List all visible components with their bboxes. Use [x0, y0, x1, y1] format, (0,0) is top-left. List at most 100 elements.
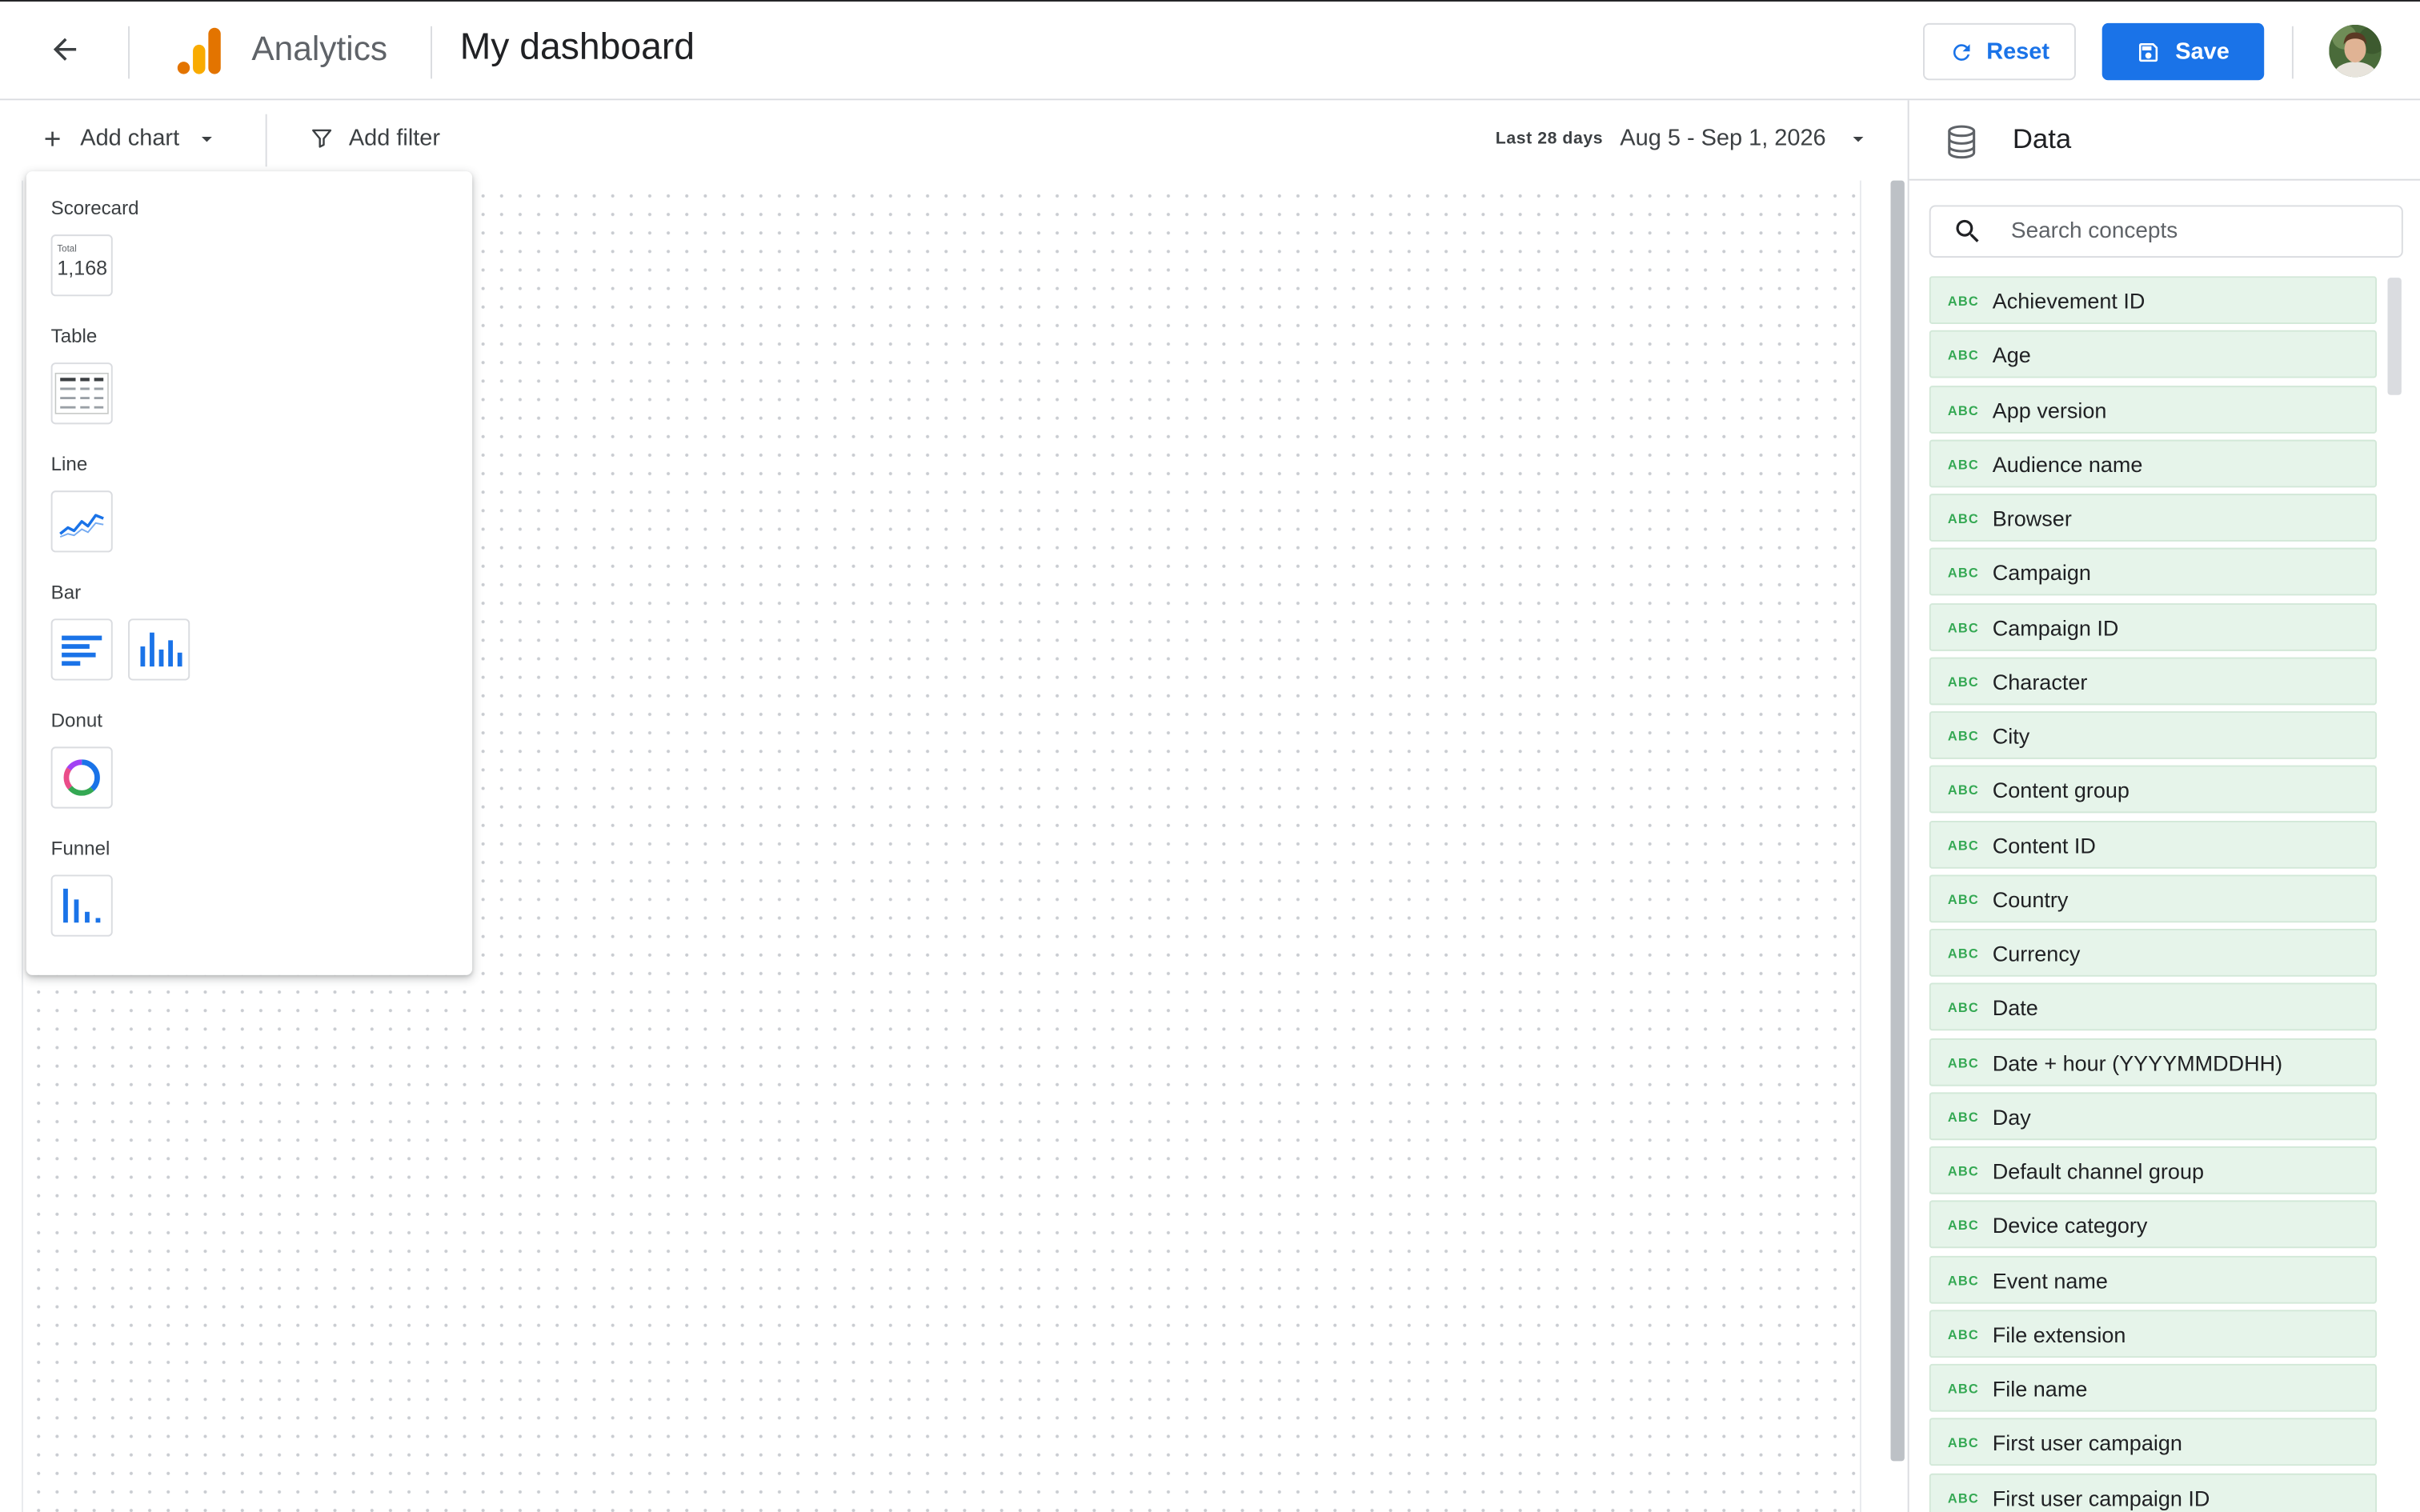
back-button[interactable]: [40, 23, 90, 76]
divider: [128, 26, 130, 79]
concept-item[interactable]: ABC Content ID: [1929, 820, 2377, 868]
vertical-bar-chart-option[interactable]: [128, 618, 190, 681]
save-button[interactable]: Save: [2101, 22, 2265, 81]
add-filter-button[interactable]: Add filter: [311, 125, 440, 151]
dimension-type-badge: ABC: [1947, 837, 1979, 853]
dimension-type-badge: ABC: [1947, 728, 1979, 744]
concept-item[interactable]: ABC Day: [1929, 1091, 2377, 1140]
dimension-type-badge: ABC: [1947, 782, 1979, 798]
menu-section-bar: Bar: [50, 582, 82, 604]
canvas-toolbar: Add chart Add filter Last 28 days Aug 5 …: [0, 100, 1908, 181]
concept-item[interactable]: ABC Currency: [1929, 929, 2377, 977]
line-chart-thumb-icon: [59, 514, 104, 538]
search-input[interactable]: [2010, 206, 2382, 257]
concept-item[interactable]: ABC Content group: [1929, 766, 2377, 814]
top-app-bar: Analytics My dashboard Reset Save: [0, 0, 2420, 101]
dimension-type-badge: ABC: [1947, 565, 1979, 581]
dimension-type-badge: ABC: [1947, 674, 1979, 690]
concept-label: Audience name: [1992, 451, 2143, 477]
horizontal-bar-thumb-icon: [62, 635, 102, 666]
save-label: Save: [2175, 38, 2230, 65]
table-chart-option[interactable]: [50, 362, 113, 425]
dimension-type-badge: ABC: [1947, 1109, 1979, 1125]
concept-item[interactable]: ABC Device category: [1929, 1200, 2377, 1249]
dimension-type-badge: ABC: [1947, 1490, 1979, 1506]
concept-label: Achievement ID: [1992, 288, 2146, 314]
app-name: Analytics: [251, 29, 388, 68]
dimension-type-badge: ABC: [1947, 891, 1979, 907]
line-chart-option[interactable]: [50, 490, 113, 553]
add-chart-button[interactable]: Add chart: [40, 125, 219, 151]
concept-label: Country: [1992, 886, 2069, 912]
divider: [431, 26, 432, 79]
concept-item[interactable]: ABC City: [1929, 711, 2377, 759]
table-thumb-icon: [54, 372, 109, 414]
dimension-type-badge: ABC: [1947, 1163, 1979, 1179]
data-panel-title: Data: [2012, 123, 2072, 154]
concept-item[interactable]: ABC First user campaign ID: [1929, 1472, 2377, 1512]
date-range-picker[interactable]: Last 28 days Aug 5 - Sep 1, 2026: [1496, 125, 1871, 151]
concept-item[interactable]: ABC Event name: [1929, 1254, 2377, 1303]
dimension-type-badge: ABC: [1947, 1272, 1979, 1288]
concept-item[interactable]: ABC Achievement ID: [1929, 276, 2377, 324]
dimension-type-badge: ABC: [1947, 1326, 1979, 1342]
menu-section-donut: Donut: [50, 710, 102, 732]
concept-label: First user campaign: [1992, 1430, 2182, 1456]
menu-section-table: Table: [50, 325, 98, 347]
scorecard-chart-option[interactable]: Total 1,168: [50, 234, 113, 297]
donut-chart-option[interactable]: [50, 746, 113, 809]
concept-item[interactable]: ABC Age: [1929, 330, 2377, 378]
page-title: My dashboard: [459, 26, 695, 68]
back-arrow-icon: [53, 38, 77, 61]
dimension-type-badge: ABC: [1947, 1000, 1979, 1016]
concept-label: Date + hour (YYYYMMDDHH): [1992, 1050, 2283, 1075]
concept-item[interactable]: ABC Character: [1929, 657, 2377, 705]
funnel-thumb-icon: [63, 888, 101, 923]
canvas-scrollbar[interactable]: [1890, 180, 1905, 1462]
date-preset-label: Last 28 days: [1495, 129, 1604, 148]
concept-item[interactable]: ABC Date: [1929, 982, 2377, 1031]
avatar[interactable]: [2329, 24, 2382, 78]
concept-item[interactable]: ABC File extension: [1929, 1309, 2377, 1358]
dashboard-editor: Analytics My dashboard Reset Save Add ch…: [0, 0, 2420, 1512]
concept-item[interactable]: ABC Campaign ID: [1929, 602, 2377, 650]
dimension-type-badge: ABC: [1947, 456, 1979, 472]
concept-label: Day: [1992, 1104, 2031, 1130]
date-range-label: Aug 5 - Sep 1, 2026: [1620, 125, 1826, 151]
horizontal-bar-chart-option[interactable]: [50, 618, 113, 681]
concept-item[interactable]: ABC File name: [1929, 1363, 2377, 1412]
plus-icon: [45, 130, 60, 146]
concept-item[interactable]: ABC Country: [1929, 874, 2377, 922]
data-panel-header: Data: [1909, 100, 2420, 181]
menu-section-line: Line: [50, 454, 88, 475]
dimension-type-badge: ABC: [1947, 946, 1979, 962]
concept-item[interactable]: ABC Browser: [1929, 494, 2377, 542]
concept-item[interactable]: ABC App version: [1929, 385, 2377, 433]
add-chart-label: Add chart: [80, 125, 180, 151]
concept-label: Event name: [1992, 1267, 2108, 1293]
concept-label: File extension: [1992, 1322, 2126, 1347]
concept-list-scrollbar[interactable]: [2387, 278, 2402, 395]
concept-label: Campaign: [1992, 560, 2091, 586]
concept-item[interactable]: ABC Audience name: [1929, 439, 2377, 487]
concept-label: Currency: [1992, 941, 2081, 966]
concept-label: Content ID: [1992, 832, 2096, 858]
concept-label: Date: [1992, 995, 2038, 1021]
concept-label: City: [1992, 723, 2030, 749]
concept-item[interactable]: ABC Default channel group: [1929, 1146, 2377, 1194]
concept-item[interactable]: ABC Date + hour (YYYYMMDDHH): [1929, 1037, 2377, 1086]
reset-button[interactable]: Reset: [1923, 22, 2076, 81]
analytics-logo-icon: [177, 27, 221, 74]
concept-list: ABC Achievement ID ABC Age ABC App version ABC…: [1929, 276, 2377, 1512]
add-chart-menu: Scorecard Total 1,168 Table Line Bar Don…: [26, 171, 473, 975]
concept-label: Campaign ID: [1992, 614, 2119, 640]
filter-funnel-icon: [312, 129, 332, 148]
database-icon: [1948, 125, 1976, 159]
scorecard-value: 1,168: [57, 256, 108, 280]
concept-item[interactable]: ABC Campaign: [1929, 548, 2377, 596]
dimension-type-badge: ABC: [1947, 1381, 1979, 1397]
funnel-chart-option[interactable]: [50, 874, 113, 937]
caret-down-icon: [202, 136, 213, 142]
dimension-type-badge: ABC: [1947, 347, 1979, 363]
concept-item[interactable]: ABC First user campaign: [1929, 1418, 2377, 1466]
